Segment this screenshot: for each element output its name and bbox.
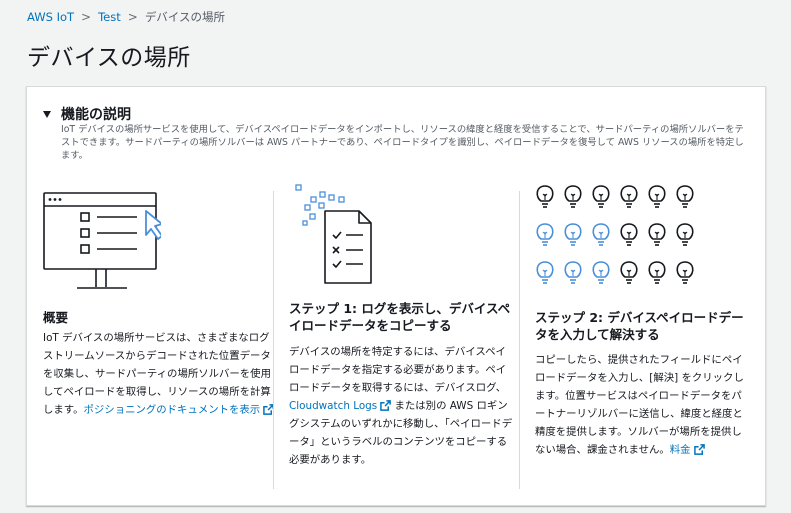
feature-description-panel: 機能の説明 IoT デバイスの場所サービスを使用して、デバイスペイロードデータを… xyxy=(26,86,766,506)
lightbulb-icon xyxy=(564,223,582,246)
panel-title: 機能の説明 xyxy=(61,107,131,123)
page-title: デバイスの場所 xyxy=(27,45,191,71)
step2-column: ステップ 2: デバイスペイロードデータを入力して解決する コピーしたら、提供さ… xyxy=(535,183,750,459)
overview-title: 概要 xyxy=(43,310,69,325)
lightbulb-icon xyxy=(536,223,554,246)
column-divider xyxy=(519,191,520,489)
breadcrumb-current: デバイスの場所 xyxy=(144,10,225,24)
lightbulb-icon xyxy=(620,223,638,246)
breadcrumb: AWS IoT > Test > デバイスの場所 xyxy=(27,9,225,25)
lightbulb-icon xyxy=(620,185,638,208)
column-divider xyxy=(273,191,274,489)
step1-title: ステップ 1: ログを表示し、デバイスペイロードデータをコピーする xyxy=(289,301,511,333)
lightbulb-icon xyxy=(676,261,694,284)
breadcrumb-link-test[interactable]: Test xyxy=(98,9,121,25)
lightbulb-icon xyxy=(564,261,582,284)
step1-column: ステップ 1: ログを表示し、デバイスペイロードデータをコピーする デバイスの場… xyxy=(289,183,514,469)
monitor-checklist-icon xyxy=(43,192,163,289)
overview-column: 概要 IoT デバイスの場所サービスは、さまざまなログストリームソースからデコー… xyxy=(43,183,275,419)
cloudwatch-logs-link-label: Cloudwatch Logs xyxy=(289,400,378,412)
step2-title: ステップ 2: デバイスペイロードデータを入力して解決する xyxy=(535,310,744,342)
external-link-icon xyxy=(693,444,705,455)
breadcrumb-separator-icon: > xyxy=(81,10,92,24)
lightbulb-icon xyxy=(536,261,554,284)
external-link-icon xyxy=(380,400,392,411)
pricing-link[interactable]: 料金 xyxy=(670,444,705,456)
lightbulb-icon xyxy=(648,223,666,246)
lightbulb-icon xyxy=(676,223,694,246)
lightbulb-icon xyxy=(676,185,694,208)
lightbulb-grid-icon xyxy=(536,185,694,284)
breadcrumb-separator-icon: > xyxy=(127,10,138,24)
overview-body: IoT デバイスの場所サービスは、さまざまなログストリームソースからデコードされ… xyxy=(43,329,275,419)
positioning-docs-link[interactable]: ポジショニングのドキュメントを表示 xyxy=(84,404,275,416)
caret-down-icon xyxy=(43,110,51,118)
lightbulb-icon xyxy=(620,261,638,284)
step1-body: デバイスの場所を特定するには、デバイスペイロードデータを指定する必要があります。… xyxy=(289,343,514,469)
lightbulb-icon xyxy=(648,261,666,284)
cloudwatch-logs-link[interactable]: Cloudwatch Logs xyxy=(289,400,392,412)
lightbulb-icon xyxy=(592,223,610,246)
step2-body: コピーしたら、提供されたフィールドにペイロードデータを入力し、[解決] をクリッ… xyxy=(535,351,750,459)
step2-body-text: コピーしたら、提供されたフィールドにペイロードデータを入力し、[解決] をクリッ… xyxy=(535,354,744,456)
step1-body-text-before: デバイスの場所を特定するには、デバイスペイロードデータを指定する必要があります。… xyxy=(289,346,507,394)
pricing-link-label: 料金 xyxy=(669,444,691,456)
document-checklist-icon xyxy=(295,184,372,284)
breadcrumb-link-aws-iot[interactable]: AWS IoT xyxy=(27,9,74,25)
lightbulb-icon xyxy=(592,185,610,208)
lightbulb-icon xyxy=(564,185,582,208)
panel-header-toggle[interactable]: 機能の説明 xyxy=(43,104,131,124)
lightbulb-icon xyxy=(648,185,666,208)
lightbulb-icon xyxy=(536,185,554,208)
positioning-docs-link-label: ポジショニングのドキュメントを表示 xyxy=(83,404,261,416)
panel-description: IoT デバイスの場所サービスを使用して、デバイスペイロードデータをインポートし… xyxy=(61,124,744,161)
lightbulb-icon xyxy=(592,261,610,284)
